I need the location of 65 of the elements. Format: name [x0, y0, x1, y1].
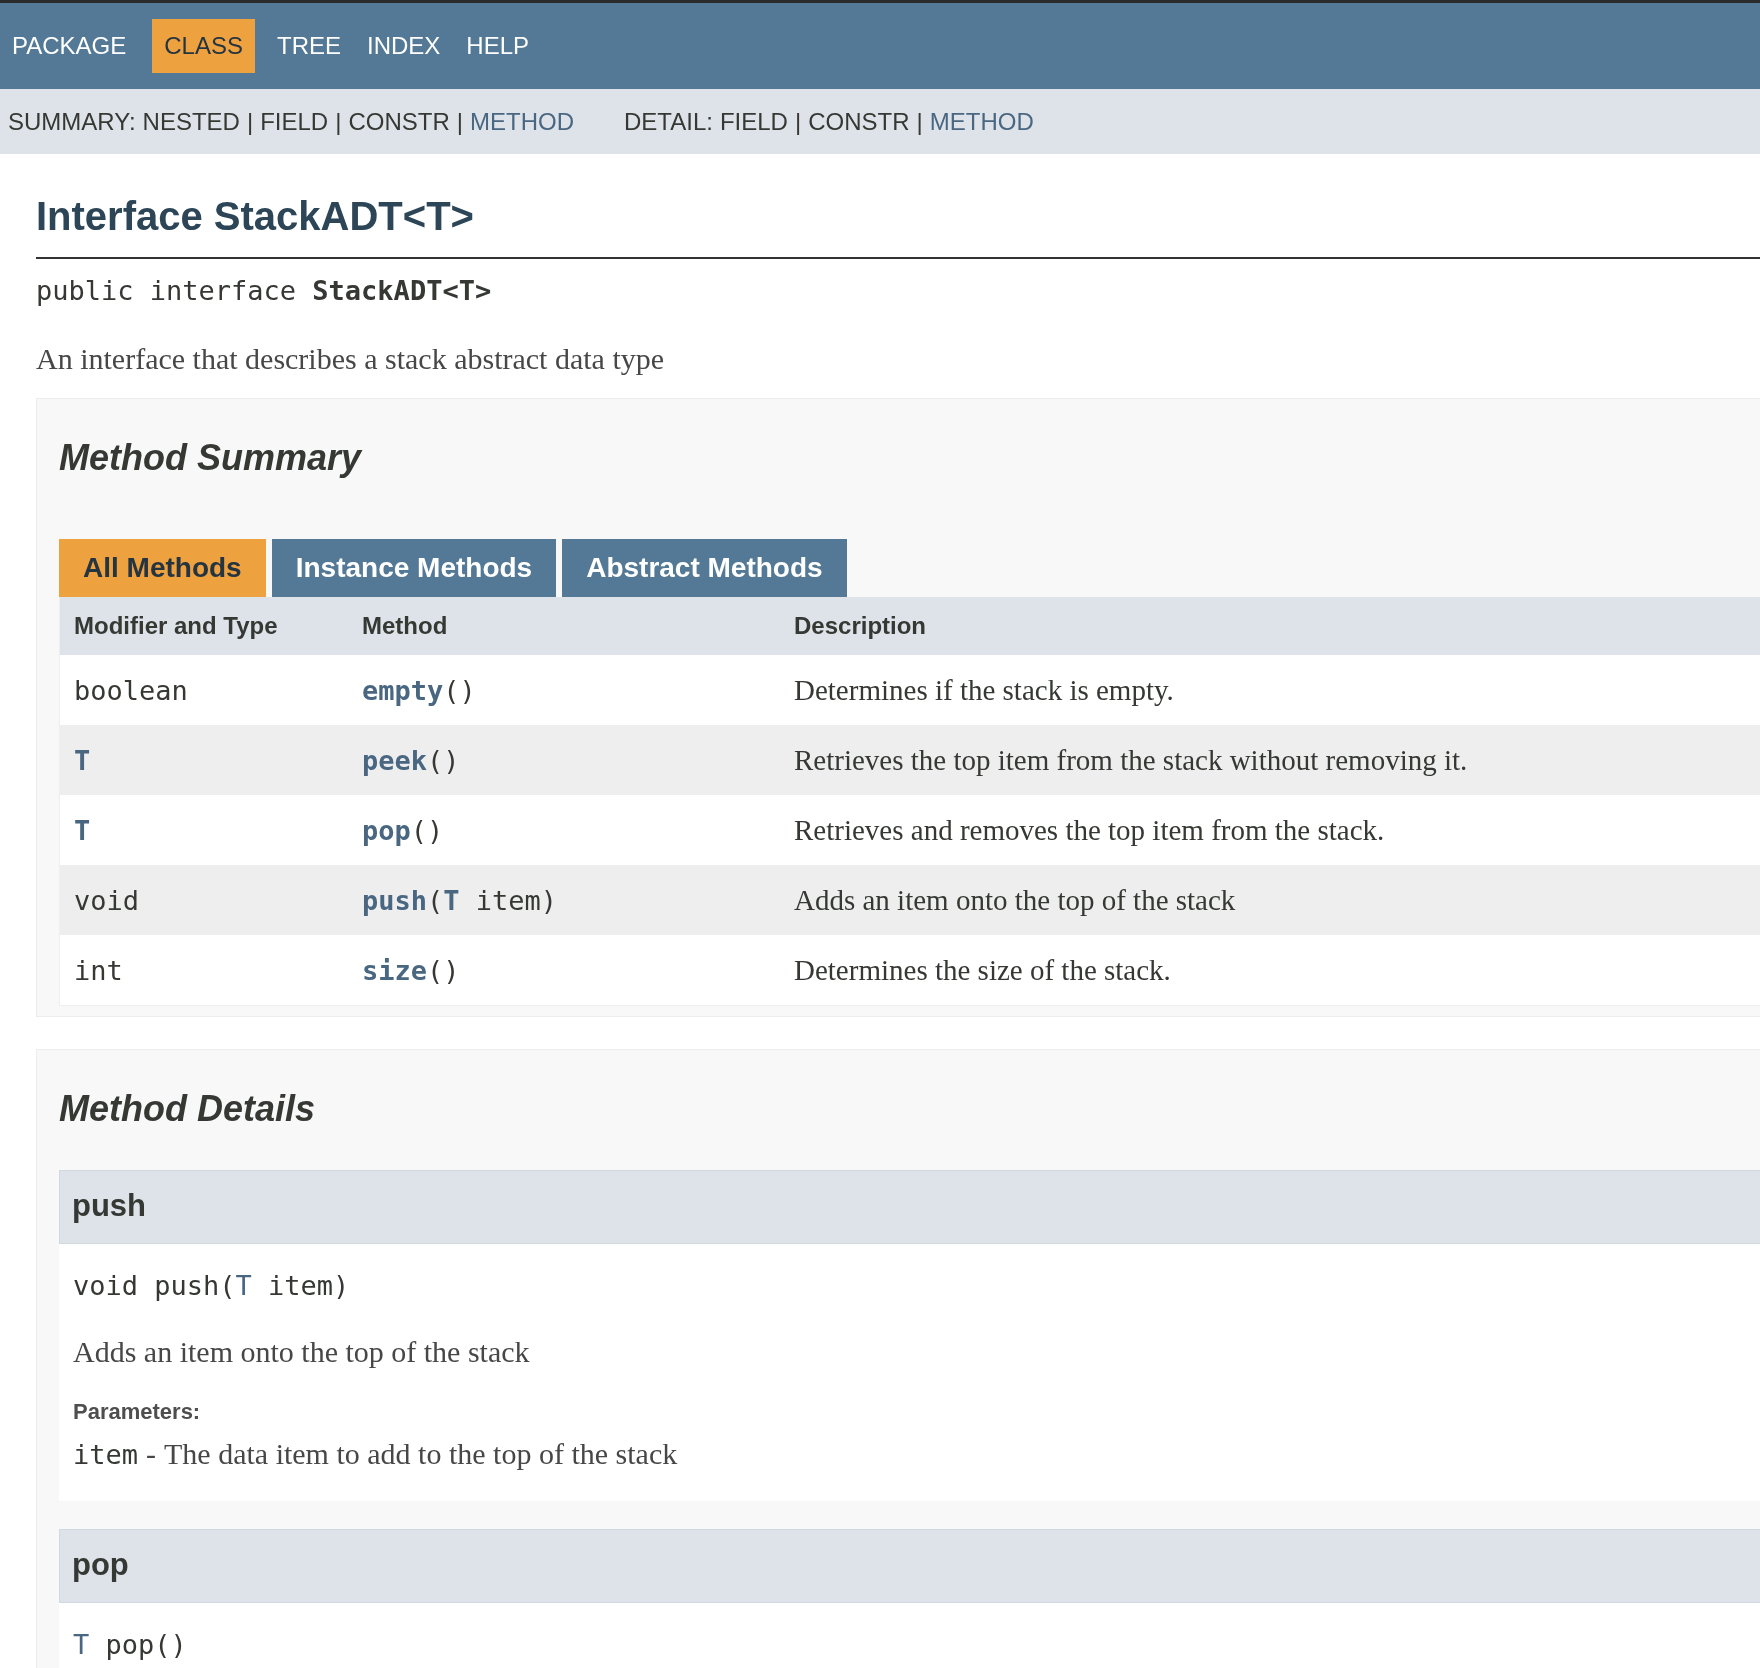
method-heading: push [59, 1170, 1760, 1244]
sub-nav-text: CONSTR [348, 107, 450, 136]
separator: | [335, 107, 342, 136]
column-header: Method [362, 612, 449, 640]
class-name: StackADT<T> [312, 275, 492, 306]
type-link[interactable]: T [74, 814, 91, 846]
sub-nav-link[interactable]: METHOD [929, 107, 1034, 136]
code-text: item) [267, 1270, 350, 1301]
sub-nav-label: DETAIL: [624, 107, 713, 136]
method-heading: pop [59, 1529, 1760, 1603]
sub-nav-link[interactable]: METHOD [470, 107, 574, 136]
code-text: () [427, 954, 460, 986]
code-text: void push( [73, 1270, 236, 1301]
column-header: Description [794, 612, 928, 640]
column-header: Modifier and Type [74, 612, 279, 640]
section-heading: Method Details [59, 1088, 317, 1130]
sub-nav-text: FIELD [719, 107, 788, 136]
code-text: int [74, 954, 123, 986]
type-link[interactable]: T [74, 744, 91, 776]
sub-nav-text: FIELD [260, 107, 329, 136]
sub-nav-text: NESTED [142, 107, 240, 136]
type-link[interactable]: T [443, 884, 460, 916]
method-description: Determines the size of the stack. [794, 953, 1172, 987]
method-description: Adds an item onto the top of the stack [73, 1335, 531, 1369]
code-text: void [74, 884, 140, 916]
method-name-link[interactable]: empty [362, 674, 444, 706]
separator: | [456, 107, 463, 136]
type-link[interactable]: T [235, 1270, 252, 1301]
code-text: public interface [36, 275, 298, 306]
method-description: Retrieves the top item from the stack without removing it. [794, 743, 1469, 777]
code-text: ( [427, 884, 444, 916]
nav-link[interactable]: PACKAGE [0, 19, 139, 73]
separator: | [246, 107, 254, 136]
type-link[interactable]: T [73, 1629, 90, 1660]
method-tab[interactable]: Instance Methods [271, 539, 557, 597]
nav-link[interactable]: TREE [264, 19, 353, 73]
method-description: Adds an item onto the top of the stack [794, 883, 1237, 917]
method-name-link[interactable]: peek [362, 744, 428, 776]
method-name-link[interactable]: push [362, 884, 428, 916]
method-description: Determines if the stack is empty. [794, 673, 1175, 707]
parameters-label: Parameters: [73, 1399, 202, 1425]
section-heading: Method Summary [59, 437, 364, 479]
parameter-name: item [73, 1439, 139, 1470]
method-tab[interactable]: Abstract Methods [562, 539, 847, 597]
code-text: () [410, 814, 444, 846]
nav-link[interactable]: HELP [454, 19, 542, 73]
code-text: item) [474, 884, 558, 916]
method-name-link[interactable]: size [362, 954, 428, 986]
nav-link[interactable]: INDEX [355, 19, 453, 73]
method-tab[interactable]: All Methods [59, 539, 266, 597]
code-text: () [427, 744, 460, 776]
code-text: () [443, 674, 476, 706]
separator: | [916, 107, 923, 136]
method-name-link[interactable]: pop [362, 814, 411, 846]
parameter-description: The data item to add to the top of the stack [164, 1437, 678, 1471]
page-title: Interface StackADT<T> [36, 194, 1760, 259]
nav-link[interactable]: CLASS [152, 19, 255, 73]
method-description: Retrieves and removes the top item from the stack. [794, 813, 1386, 847]
separator: - [146, 1437, 157, 1471]
separator: | [794, 107, 802, 136]
code-text: boolean [74, 674, 188, 706]
sub-nav-label: SUMMARY: [8, 107, 136, 136]
description: An interface that describes a stack abstract data type [36, 342, 666, 376]
sub-nav-text: CONSTR [808, 107, 910, 136]
code-text: pop() [104, 1629, 187, 1660]
